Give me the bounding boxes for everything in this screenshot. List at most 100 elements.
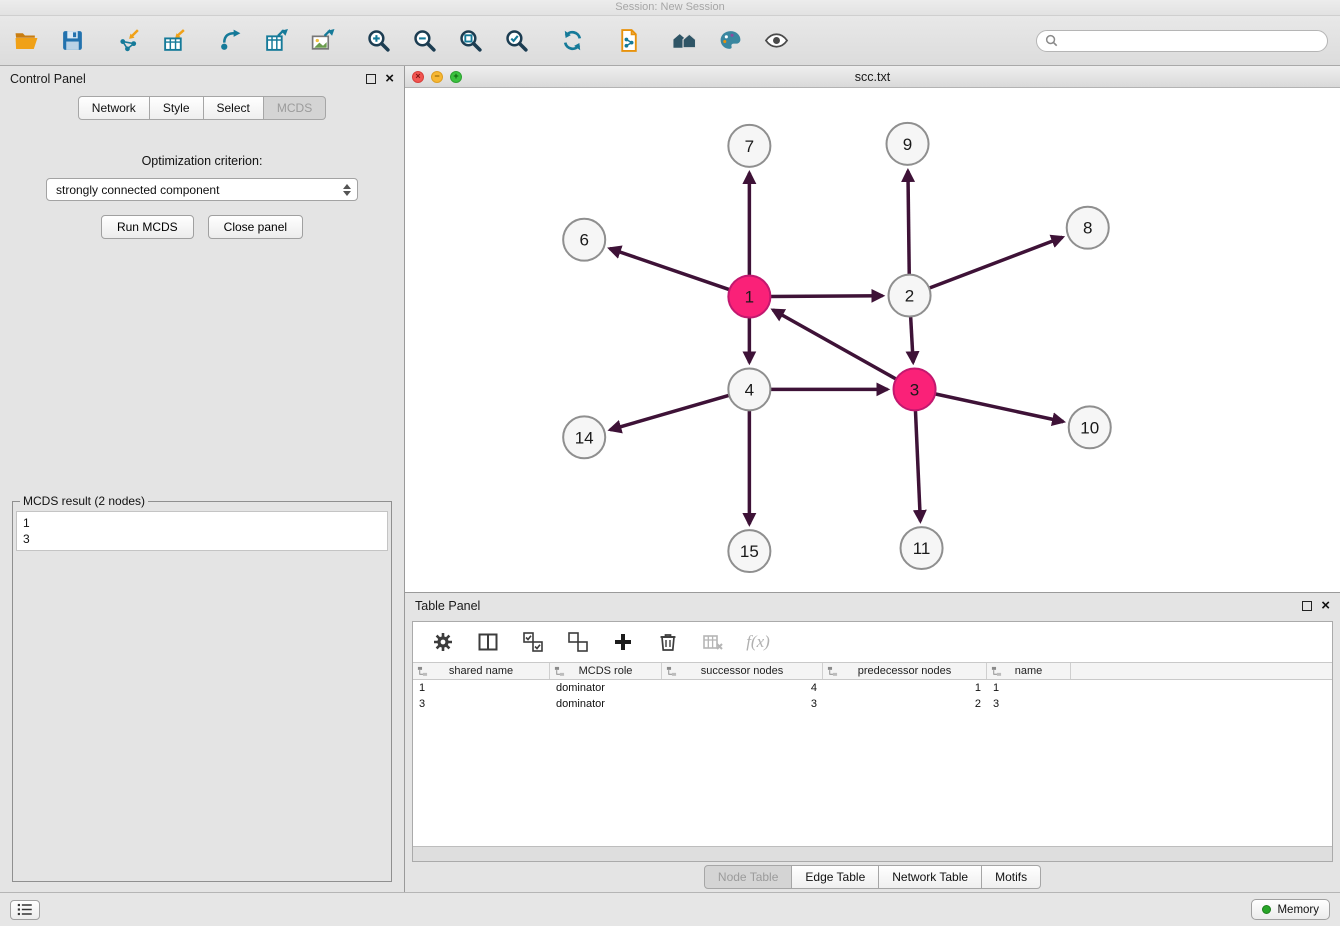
tab-mcds[interactable]: MCDS — [264, 96, 326, 120]
table-cell[interactable]: dominator — [550, 680, 662, 696]
table-cell[interactable]: 1 — [823, 680, 987, 696]
zoom-in-button[interactable] — [364, 27, 392, 55]
network-window-titlebar[interactable]: scc.txt × − + — [405, 66, 1340, 88]
checked-boxes-icon — [522, 631, 544, 653]
mcds-result-box: MCDS result (2 nodes) 13 — [12, 494, 392, 882]
table-cell[interactable]: 2 — [823, 696, 987, 712]
export-table-button[interactable] — [262, 27, 290, 55]
close-panel-button[interactable]: Close panel — [208, 215, 303, 239]
column-header-predecessor-nodes[interactable]: predecessor nodes — [823, 663, 987, 679]
graph-node-11[interactable]: 11 — [901, 527, 943, 569]
criterion-dropdown[interactable]: strongly connected component — [46, 178, 358, 201]
zoom-out-button[interactable] — [410, 27, 438, 55]
delete-table-button[interactable] — [699, 628, 727, 656]
criterion-dropdown-value: strongly connected component — [56, 183, 343, 197]
table-settings-button[interactable] — [429, 628, 457, 656]
create-column-button[interactable] — [609, 628, 637, 656]
function-builder-button[interactable]: f(x) — [744, 628, 772, 656]
new-network-from-selection-button[interactable] — [614, 27, 642, 55]
import-table-button[interactable] — [160, 27, 188, 55]
table-cell[interactable]: 3 — [413, 696, 550, 712]
export-image-button[interactable] — [308, 27, 336, 55]
graph-node-8[interactable]: 8 — [1067, 207, 1109, 249]
show-graphics-details-button[interactable] — [762, 27, 790, 55]
graph-node-6[interactable]: 6 — [563, 219, 605, 261]
graph-edge-1-6[interactable] — [610, 248, 730, 289]
column-header-shared-name[interactable]: shared name — [413, 663, 550, 679]
table-cell[interactable]: 1 — [987, 680, 1071, 696]
graph-edge-2-9[interactable] — [908, 171, 909, 275]
import-network-icon — [116, 28, 141, 53]
table-tab-edge-table[interactable]: Edge Table — [792, 865, 879, 889]
refresh-view-button[interactable] — [558, 27, 586, 55]
graph-edge-1-2[interactable] — [770, 296, 882, 297]
close-panel-icon[interactable]: × — [385, 74, 394, 84]
graph-node-15[interactable]: 15 — [728, 530, 770, 572]
table-tab-network-table[interactable]: Network Table — [879, 865, 982, 889]
optimization-criterion-label: Optimization criterion: — [0, 154, 404, 168]
network-overview-button[interactable] — [670, 27, 698, 55]
network-graph[interactable]: 7 9 6 8 1 2 4 3 14 10 15 11 — [405, 88, 1340, 592]
floppy-disk-icon — [60, 28, 85, 53]
save-session-button[interactable] — [58, 27, 86, 55]
float-panel-icon[interactable] — [366, 74, 376, 84]
graph-node-3[interactable]: 3 — [894, 368, 936, 410]
graph-node-7[interactable]: 7 — [728, 125, 770, 167]
graph-node-1[interactable]: 1 — [728, 276, 770, 318]
table-tab-node-table[interactable]: Node Table — [704, 865, 793, 889]
table-cell[interactable]: 1 — [413, 680, 550, 696]
show-column-panel-button[interactable] — [474, 628, 502, 656]
table-cell[interactable]: 4 — [662, 680, 823, 696]
refresh-icon — [560, 28, 585, 53]
tab-select[interactable]: Select — [204, 96, 264, 120]
graph-edge-2-8[interactable] — [929, 237, 1062, 288]
column-header-name[interactable]: name — [987, 663, 1071, 679]
graph-edge-2-3[interactable] — [911, 317, 914, 363]
task-history-button[interactable] — [10, 900, 40, 920]
plus-icon — [612, 631, 634, 653]
search-input[interactable] — [1063, 34, 1319, 48]
column-header-successor-nodes[interactable]: successor nodes — [662, 663, 823, 679]
select-all-columns-button[interactable] — [519, 628, 547, 656]
graph-node-9[interactable]: 9 — [887, 123, 929, 165]
column-type-icon — [554, 666, 565, 677]
unselect-all-columns-button[interactable] — [564, 628, 592, 656]
float-table-panel-icon[interactable] — [1302, 601, 1312, 611]
column-header-mcds-role[interactable]: MCDS role — [550, 663, 662, 679]
horizontal-scrollbar[interactable] — [413, 846, 1332, 861]
graph-edge-3-1[interactable] — [773, 310, 896, 379]
tab-style[interactable]: Style — [150, 96, 204, 120]
graph-node-4[interactable]: 4 — [728, 368, 770, 410]
close-table-panel-icon[interactable]: × — [1321, 601, 1330, 611]
delete-column-button[interactable] — [654, 628, 682, 656]
open-session-button[interactable] — [12, 27, 40, 55]
network-canvas[interactable]: 7 9 6 8 1 2 4 3 14 10 15 11 — [405, 88, 1340, 592]
table-cell[interactable]: 3 — [987, 696, 1071, 712]
table-row[interactable]: 1dominator411 — [413, 680, 1332, 696]
table-cell[interactable]: dominator — [550, 696, 662, 712]
graph-edge-3-11[interactable] — [915, 410, 920, 521]
run-mcds-button[interactable]: Run MCDS — [101, 215, 194, 239]
apply-style-button[interactable] — [716, 27, 744, 55]
graph-node-2[interactable]: 2 — [889, 275, 931, 317]
graph-edge-4-14[interactable] — [610, 395, 729, 430]
zoom-selected-button[interactable] — [502, 27, 530, 55]
tab-network[interactable]: Network — [78, 96, 150, 120]
mcds-result-legend: MCDS result (2 nodes) — [20, 494, 148, 508]
graph-node-14[interactable]: 14 — [563, 416, 605, 458]
zoom-fit-button[interactable] — [456, 27, 484, 55]
zoom-fit-icon — [458, 28, 483, 53]
graph-edge-3-10[interactable] — [935, 394, 1063, 422]
zoom-out-icon — [412, 28, 437, 53]
table-tab-motifs[interactable]: Motifs — [982, 865, 1041, 889]
zoom-group — [364, 27, 530, 55]
search-field[interactable] — [1036, 30, 1328, 52]
window-titlebar[interactable]: Session: New Session — [0, 0, 1340, 16]
new-network-button[interactable] — [216, 27, 244, 55]
table-row[interactable]: 3dominator323 — [413, 696, 1332, 712]
import-network-button[interactable] — [114, 27, 142, 55]
memory-button[interactable]: Memory — [1251, 899, 1330, 920]
mcds-result-list[interactable]: 13 — [16, 511, 388, 551]
table-cell[interactable]: 3 — [662, 696, 823, 712]
graph-node-10[interactable]: 10 — [1069, 406, 1111, 448]
